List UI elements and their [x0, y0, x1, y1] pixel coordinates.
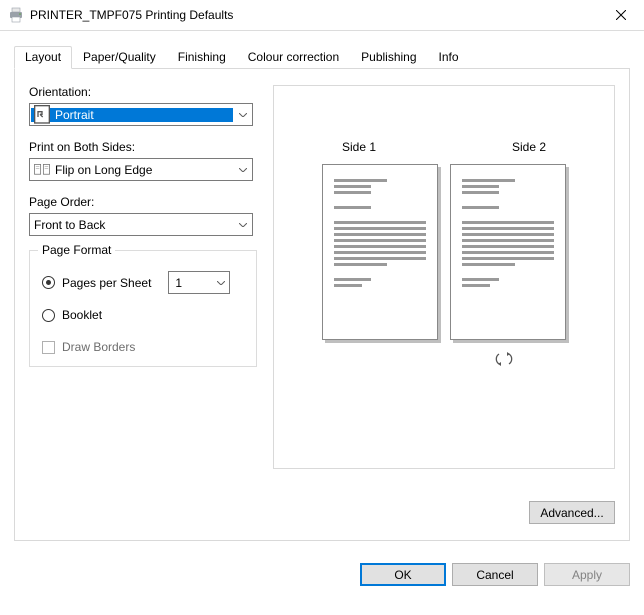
- pages-per-sheet-radio[interactable]: [42, 276, 55, 289]
- titlebar: PRINTER_TMPF075 Printing Defaults: [0, 0, 644, 31]
- page-order-combobox[interactable]: Front to Back: [29, 213, 253, 236]
- flip-icon: [274, 350, 614, 368]
- left-column: Orientation: Portrait Print on Both Side…: [29, 85, 257, 524]
- preview-page-1: [322, 164, 438, 340]
- portrait-icon: [34, 108, 50, 122]
- preview-box: Side 1 Side 2: [273, 85, 615, 469]
- duplex-label: Print on Both Sides:: [29, 140, 257, 154]
- tab-layout[interactable]: Layout: [14, 46, 72, 69]
- page-order-label: Page Order:: [29, 195, 257, 209]
- ok-button[interactable]: OK: [360, 563, 446, 586]
- duplex-value: Flip on Long Edge: [55, 163, 152, 177]
- booklet-label: Booklet: [62, 308, 102, 322]
- orientation-combobox[interactable]: Portrait: [29, 103, 253, 126]
- chevron-down-icon: [234, 104, 252, 125]
- flip-long-edge-icon: [34, 163, 50, 177]
- layout-panel: Orientation: Portrait Print on Both Side…: [14, 69, 630, 541]
- page-format-legend: Page Format: [38, 243, 115, 257]
- tab-finishing[interactable]: Finishing: [167, 46, 237, 69]
- tab-info[interactable]: Info: [428, 46, 470, 69]
- window-title: PRINTER_TMPF075 Printing Defaults: [30, 8, 598, 22]
- page-format-group: Page Format Pages per Sheet 1 Booklet: [29, 250, 257, 367]
- pages-per-sheet-combobox[interactable]: 1: [168, 271, 230, 294]
- preview-page-2: [450, 164, 566, 340]
- right-column: Side 1 Side 2: [273, 85, 615, 524]
- orientation-value: Portrait: [55, 108, 94, 122]
- side1-label: Side 1: [342, 140, 376, 154]
- draw-borders-label: Draw Borders: [62, 340, 135, 354]
- apply-button[interactable]: Apply: [544, 563, 630, 586]
- orientation-label: Orientation:: [29, 85, 257, 99]
- pages-per-sheet-label: Pages per Sheet: [62, 276, 151, 290]
- tab-paper-quality[interactable]: Paper/Quality: [72, 46, 167, 69]
- footer: OK Cancel Apply: [0, 551, 644, 598]
- chevron-down-icon: [234, 159, 252, 180]
- close-button[interactable]: [598, 0, 644, 30]
- tab-publishing[interactable]: Publishing: [350, 46, 427, 69]
- printer-icon: [8, 7, 24, 23]
- pages-per-sheet-value: 1: [169, 276, 213, 290]
- tab-colour-correction[interactable]: Colour correction: [237, 46, 350, 69]
- page-order-value: Front to Back: [34, 218, 105, 232]
- chevron-down-icon: [213, 281, 229, 285]
- duplex-combobox[interactable]: Flip on Long Edge: [29, 158, 253, 181]
- content: Layout Paper/Quality Finishing Colour co…: [0, 31, 644, 551]
- side2-label: Side 2: [512, 140, 546, 154]
- booklet-radio[interactable]: [42, 309, 55, 322]
- tab-strip: Layout Paper/Quality Finishing Colour co…: [14, 47, 630, 69]
- chevron-down-icon: [234, 214, 252, 235]
- draw-borders-checkbox[interactable]: [42, 341, 55, 354]
- advanced-button[interactable]: Advanced...: [529, 501, 615, 524]
- cancel-button[interactable]: Cancel: [452, 563, 538, 586]
